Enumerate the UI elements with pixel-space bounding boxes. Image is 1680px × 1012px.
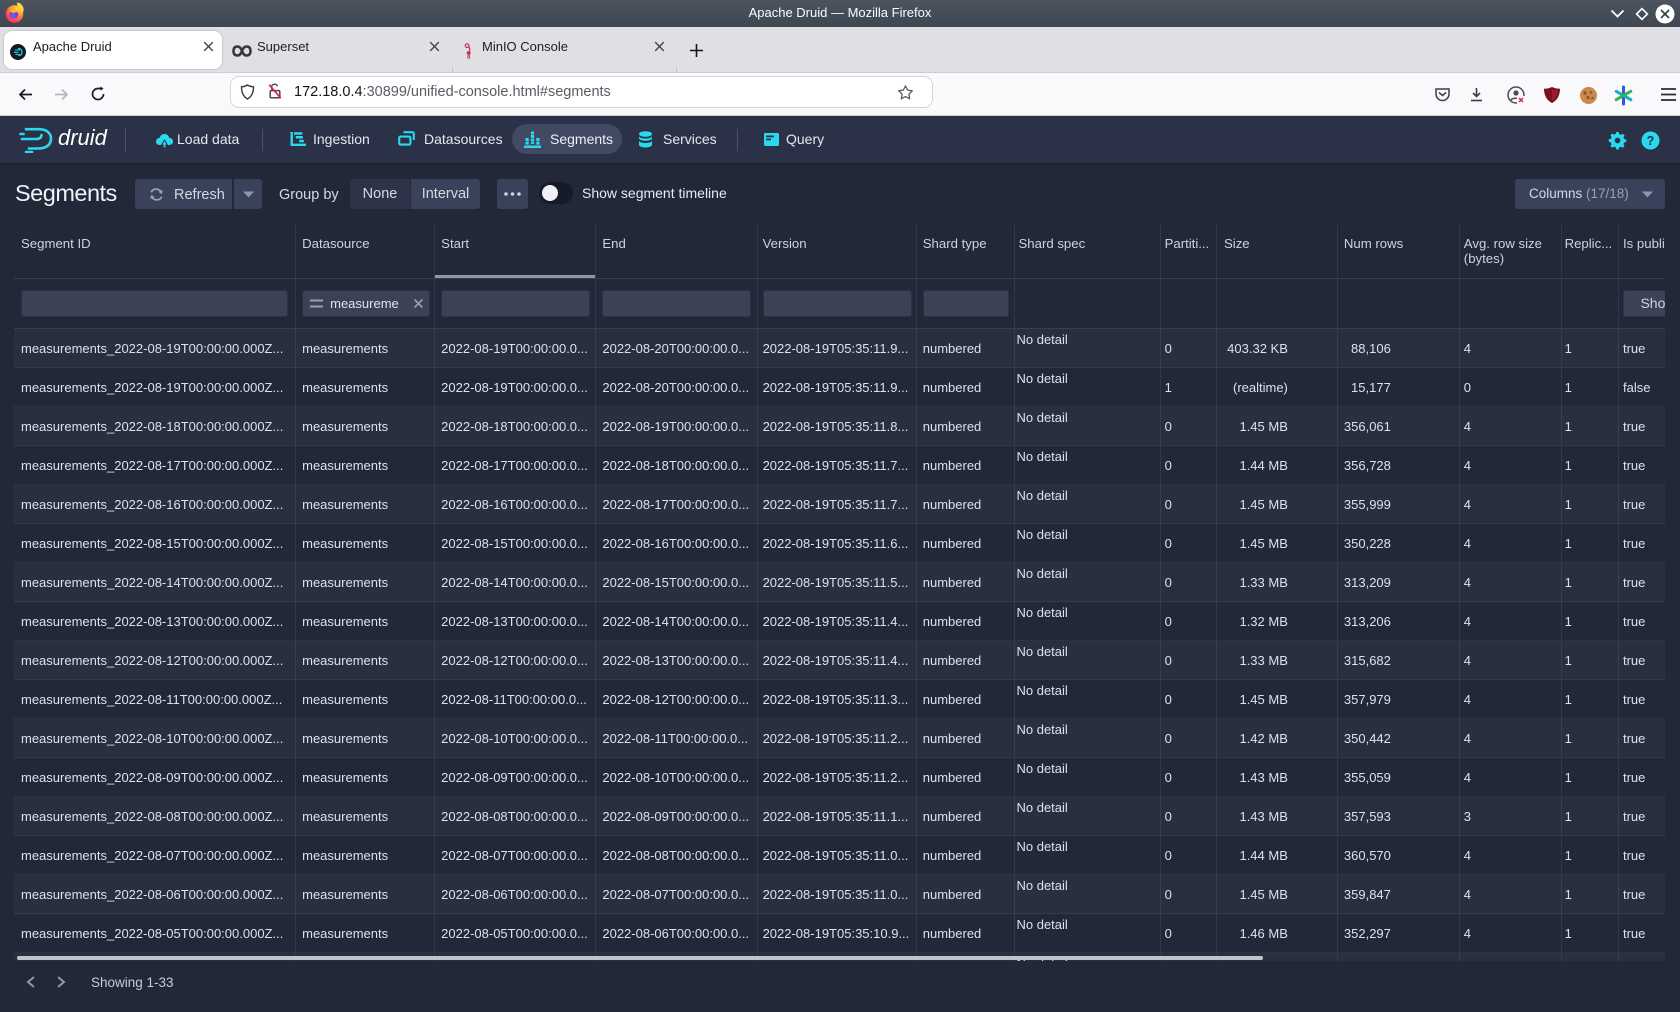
svg-text:?: ?: [1647, 134, 1655, 148]
